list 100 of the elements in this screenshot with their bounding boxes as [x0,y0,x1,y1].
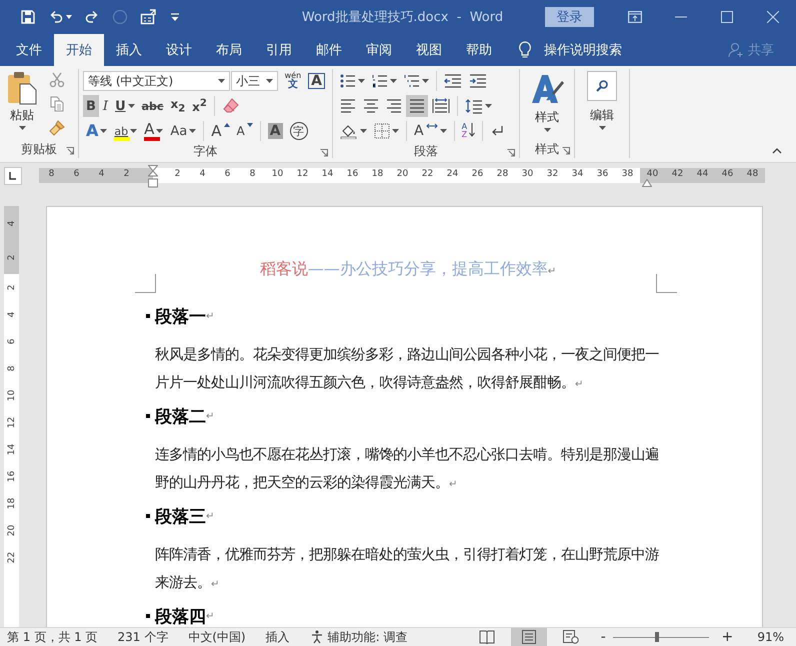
undo-button[interactable] [48,9,72,25]
align-center-icon [363,99,379,113]
lightbulb-icon [518,41,532,59]
character-border-button[interactable]: A [305,70,328,92]
superscript-button[interactable]: x$^{2}$ [189,95,210,117]
bullet-icon [146,514,150,518]
zoom-in-button[interactable]: + [721,629,734,645]
ribbon-tab[interactable]: 布局 [204,34,254,66]
save-button[interactable] [20,9,36,25]
ribbon-tab[interactable]: 引用 [254,34,304,66]
ruler-number: 6 [6,338,18,346]
ruler-number: 2 [6,253,18,262]
status-text[interactable]: 中文(中国) [188,628,246,646]
sign-in-button[interactable]: 登录 [545,7,594,27]
ribbon-tab[interactable]: 插入 [104,34,154,66]
italic-button[interactable]: I [100,95,112,117]
paste-button[interactable]: 粘贴 [4,69,40,140]
zoom-slider[interactable] [613,631,710,643]
accessibility-button[interactable]: 辅助功能: 调查 [310,628,408,646]
launcher-icon [507,149,515,157]
ruler-number: 12 [296,169,310,179]
ruler-number: 30 [520,169,534,179]
ribbon-tab[interactable]: 设计 [154,34,204,66]
ruler-number: 6 [72,169,80,179]
ribbon-tab[interactable]: 开始 [54,34,104,66]
slider-thumb[interactable] [654,632,659,642]
tell-me-search[interactable]: 操作说明搜索 [518,34,622,66]
heading-text: 段落四 [155,606,206,627]
font-name-field[interactable]: 等线 (中文正文) [83,71,230,91]
ruler-number: 2 [122,169,130,179]
font-size-field[interactable]: 小三 [230,71,278,91]
ruler-number: 10 [6,388,18,403]
ribbon-tab[interactable]: 视图 [404,34,454,66]
heading-text: 段落一 [155,306,206,328]
zoom-level[interactable]: 91% [757,630,784,644]
caret-icon [18,126,26,130]
text-effect-button[interactable]: A [83,120,110,142]
group-label: 字体 [194,143,218,160]
arrows-icon [426,123,438,129]
ruler-number: 2 [174,169,182,179]
phonetic-guide-button[interactable]: wén 文 [282,70,304,92]
window-title: Word批量处理技巧.docx - Word [300,9,504,26]
asian-layout-button[interactable]: A [411,120,450,142]
caret-icon [544,128,550,132]
zoom-out-button[interactable]: - [597,629,610,645]
ribbon-tab[interactable]: 审阅 [354,34,404,66]
page-icon [521,630,538,644]
styles-button[interactable]: 样式 [527,69,567,134]
customize-button[interactable] [170,12,180,22]
change-case-button[interactable]: Aa [167,120,200,142]
subscript-button[interactable]: x$_{2}$ [167,95,188,117]
web-layout-icon [563,630,580,644]
shrink-font-button[interactable]: A [234,120,256,142]
ruler-number: 22 [420,169,434,179]
form-button[interactable] [140,9,158,25]
tab-stop-button[interactable] [4,166,22,184]
bullet-list-icon [340,74,356,88]
print-layout-button[interactable] [511,628,548,646]
multilevel-list-icon [404,74,420,88]
highlight-button[interactable]: ab [111,120,140,142]
ruler-number: 4 [6,219,18,228]
redo-icon [84,9,100,25]
editing-button[interactable]: 编辑 [584,69,620,132]
right-indent-marker-icon [642,179,652,187]
grow-font-button[interactable]: A [208,120,233,142]
align-right-icon [386,99,402,113]
ruler-number: 28 [496,169,510,179]
down-triangle-icon [246,123,253,127]
strikethrough-button[interactable]: abc [138,95,166,117]
body-text: 秋风是多情的。花朵变得更加缤纷多彩，路边山间公园各种小花，一夜之间便把一片片一处处山川河流吹得五颜六色，吹得诗意盎然，吹得舒展酣畅。↵ [155,346,660,392]
launcher-icon [66,147,74,155]
bullet-icon [146,414,150,418]
ruler-number: 46 [720,169,734,179]
status-text[interactable]: 231 个字 [118,628,168,646]
ribbon-tab[interactable]: 帮助 [454,34,504,66]
ruler-number: 38 [620,169,634,179]
borders-icon [374,123,390,139]
distributed-icon [432,98,450,114]
ribbon-tab[interactable]: 邮件 [304,34,354,66]
ruler-number: 16 [346,169,360,179]
scissors-icon [49,72,65,88]
ruler-number: 40 [646,169,660,179]
ruler-number: 44 [696,169,710,179]
redo-button[interactable] [84,9,100,25]
ruler-number: 6 [224,169,232,179]
accessibility-icon [310,630,324,644]
sort-button[interactable]: A Z [458,120,478,142]
bullet-icon [146,614,150,618]
numbered-list-icon [372,74,388,88]
underline-button[interactable]: U [112,95,138,117]
paragraph-mark: ↵ [206,410,214,422]
font-color-button[interactable]: A [141,120,166,142]
justify-button[interactable] [406,95,428,117]
ribbon-tab[interactable]: 文件 [4,34,54,66]
customize-icon [170,12,180,22]
status-text[interactable]: 插入 [266,628,290,646]
status-text[interactable]: 第 1 页，共 1 页 [7,628,98,646]
ruler-number: 42 [670,169,684,179]
bold-button[interactable]: B [83,95,99,117]
increase-indent-icon [469,74,487,88]
